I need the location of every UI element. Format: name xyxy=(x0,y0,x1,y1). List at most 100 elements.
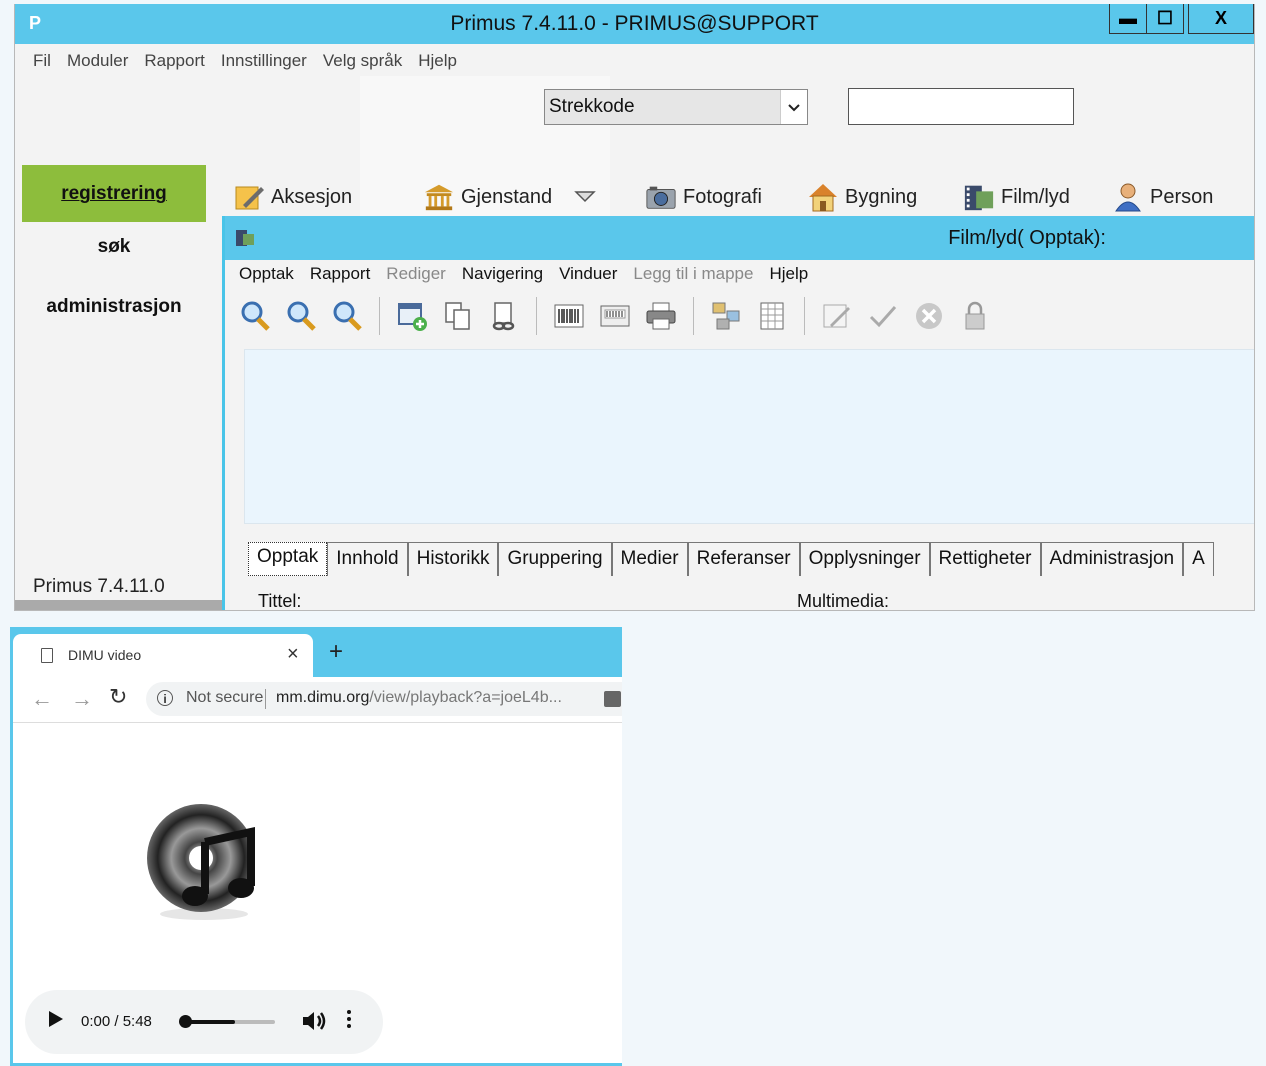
tab-gruppering[interactable]: Gruppering xyxy=(498,542,612,576)
module-bygning[interactable]: Bygning xyxy=(807,179,917,215)
module-label: Fotografi xyxy=(683,185,762,208)
back-arrow-icon[interactable]: ← xyxy=(31,686,53,712)
tittel-label: Tittel: xyxy=(258,591,302,610)
search-type-select[interactable]: Strekkode xyxy=(544,89,808,125)
multimedia-label: Multimedia: xyxy=(797,591,890,610)
sub-menu-vinduer[interactable]: Vinduer xyxy=(551,261,625,287)
sub-menu-hjelp[interactable]: Hjelp xyxy=(761,261,816,287)
module-fotografi[interactable]: Fotografi xyxy=(645,179,762,215)
copy-record-icon[interactable] xyxy=(438,296,478,336)
cancel-icon xyxy=(909,296,949,336)
new-record-icon[interactable] xyxy=(392,296,432,336)
edit-icon xyxy=(817,296,857,336)
seek-bar[interactable] xyxy=(185,1020,275,1024)
toolbar-separator xyxy=(536,297,537,335)
maximize-button[interactable]: ☐ xyxy=(1146,4,1184,34)
module-gjenstand[interactable]: Gjenstand xyxy=(423,179,596,215)
menu-moduler[interactable]: Moduler xyxy=(59,48,136,74)
minimize-button[interactable]: ▬ xyxy=(1109,4,1147,34)
sub-menu-navigering[interactable]: Navigering xyxy=(454,261,551,287)
barcode-card-icon[interactable] xyxy=(595,296,635,336)
seek-thumb[interactable] xyxy=(179,1015,192,1028)
menu-rapport[interactable]: Rapport xyxy=(136,48,212,74)
new-tab-button[interactable]: + xyxy=(329,640,343,664)
browser-window: DIMU video × + ← → ↻ i Not secure mm.dim… xyxy=(10,627,622,1066)
info-icon[interactable]: i xyxy=(157,690,173,706)
tab-opptak[interactable]: Opptak xyxy=(248,542,328,576)
nav-registrering-label: registrering xyxy=(61,183,167,204)
nav-registrering[interactable]: registrering xyxy=(22,165,206,222)
module-person[interactable]: Person xyxy=(1112,179,1213,215)
nav-administrasjon[interactable]: administrasjon xyxy=(22,296,206,318)
menu-hjelp[interactable]: Hjelp xyxy=(410,48,465,74)
grid-icon[interactable] xyxy=(752,296,792,336)
volume-icon[interactable] xyxy=(301,1010,327,1032)
not-secure-label: Not secure xyxy=(186,689,264,706)
search-s-icon[interactable] xyxy=(235,296,275,336)
browser-tabstrip: DIMU video × + xyxy=(13,627,622,677)
chevron-down-icon[interactable] xyxy=(780,90,807,124)
more-options-icon[interactable] xyxy=(347,1010,353,1031)
dropdown-triangle-icon[interactable] xyxy=(574,190,596,204)
left-panel-edge xyxy=(15,600,225,610)
lock-icon xyxy=(955,296,995,336)
link-icon[interactable] xyxy=(484,296,524,336)
record-content-area xyxy=(244,349,1254,524)
barcode-icon[interactable] xyxy=(549,296,589,336)
print-icon[interactable] xyxy=(641,296,681,336)
tab-opplysninger[interactable]: Opplysninger xyxy=(799,542,930,576)
tab-medier[interactable]: Medier xyxy=(611,542,688,576)
museum-icon xyxy=(424,184,454,211)
page-icon xyxy=(41,648,53,663)
menu-fil[interactable]: Fil xyxy=(15,48,59,74)
search-icon[interactable] xyxy=(281,296,321,336)
browser-tab[interactable]: DIMU video × xyxy=(13,634,313,677)
tab-rettigheter[interactable]: Rettigheter xyxy=(929,542,1041,576)
subwindow-menubar: Opptak Rapport Rediger Navigering Vinduer Leg… xyxy=(225,261,816,289)
module-aksesjon[interactable]: Aksesjon xyxy=(233,179,352,215)
seek-fill xyxy=(185,1020,235,1024)
tab-innhold[interactable]: Innhold xyxy=(327,542,408,576)
tree-icon[interactable] xyxy=(706,296,746,336)
version-label: Primus 7.4.11.0 xyxy=(33,576,165,597)
sub-menu-rapport[interactable]: Rapport xyxy=(302,261,378,287)
tab-close-icon[interactable]: × xyxy=(287,643,299,666)
audio-player: 0:00 / 5:48 xyxy=(25,990,383,1054)
module-film-lyd[interactable]: Film/lyd xyxy=(963,179,1070,215)
play-icon[interactable] xyxy=(49,1011,63,1027)
time-display: 0:00 / 5:48 xyxy=(81,1013,152,1030)
person-icon xyxy=(1115,183,1141,212)
primus-window: P Primus 7.4.11.0 - PRIMUS@SUPPORT ▬ ☐ X… xyxy=(14,4,1255,611)
toolbar-separator xyxy=(804,297,805,335)
address-bar: ← → ↻ i Not secure mm.dimu.org/view/play… xyxy=(13,677,622,723)
tab-historikk[interactable]: Historikk xyxy=(407,542,499,576)
url-text: mm.dimu.org/view/playback?a=joeL4b... xyxy=(276,689,562,707)
music-disc-icon xyxy=(147,804,255,920)
aksesjon-icon xyxy=(235,186,264,210)
url-path: /view/playback?a=joeL4b... xyxy=(369,689,562,706)
close-button[interactable]: X xyxy=(1188,4,1254,34)
nav-sok[interactable]: søk xyxy=(22,236,206,258)
sub-menu-rediger: Rediger xyxy=(386,264,446,283)
main-menubar: Fil Moduler Rapport Innstillinger Velg språk… xyxy=(15,48,465,76)
translate-icon[interactable] xyxy=(604,691,621,707)
url-omnibox[interactable]: i Not secure mm.dimu.org/view/playback?a… xyxy=(146,682,622,716)
menu-velg-sprak[interactable]: Velg språk xyxy=(315,48,410,74)
module-label: Aksesjon xyxy=(271,185,353,208)
search-m-icon[interactable] xyxy=(327,296,367,336)
subwindow-title: Film/lyd( Opptak): xyxy=(948,227,1106,249)
tab-administrasjon[interactable]: Administrasjon xyxy=(1040,542,1184,576)
title-bar: P Primus 7.4.11.0 - PRIMUS@SUPPORT ▬ ☐ X xyxy=(15,4,1254,44)
film-icon xyxy=(964,185,994,211)
house-icon xyxy=(809,184,837,212)
tab-more[interactable]: A xyxy=(1183,542,1214,576)
sub-menu-opptak[interactable]: Opptak xyxy=(225,261,302,287)
menu-innstillinger[interactable]: Innstillinger xyxy=(213,48,315,74)
window-title: Primus 7.4.11.0 - PRIMUS@SUPPORT xyxy=(450,12,819,35)
module-label: Bygning xyxy=(845,185,918,208)
search-input[interactable] xyxy=(848,88,1074,125)
module-label: Gjenstand xyxy=(461,185,553,208)
forward-arrow-icon[interactable]: → xyxy=(71,686,93,712)
reload-icon[interactable]: ↻ xyxy=(109,684,127,710)
tab-referanser[interactable]: Referanser xyxy=(687,542,800,576)
